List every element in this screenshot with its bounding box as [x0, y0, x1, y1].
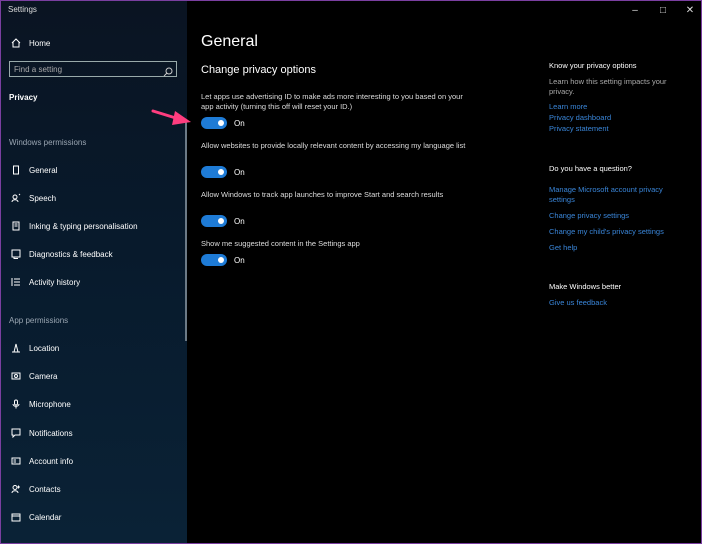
close-button[interactable]: ✕ [676, 3, 701, 17]
sidebar-item-diagnostics[interactable]: Diagnostics & feedback [9, 247, 113, 261]
home-icon [9, 36, 23, 50]
speech-icon [9, 191, 23, 205]
settings-window: Settings Home Privacy Windows permission… [0, 0, 702, 544]
know-privacy-text: Learn how this setting impacts your priv… [549, 77, 667, 96]
sidebar-scrollbar[interactable] [185, 121, 187, 341]
toggle-advertising-id[interactable] [201, 117, 227, 129]
maximize-button[interactable]: □ [649, 3, 677, 17]
close-icon: ✕ [685, 4, 695, 16]
option-text-track-launches: Allow Windows to track app launches to i… [201, 190, 444, 199]
diagnostics-icon [9, 247, 23, 261]
annotation-arrow-icon [151, 109, 191, 125]
sidebar-item-label: Speech [29, 193, 57, 203]
inking-icon [9, 219, 23, 233]
child-privacy-settings-link[interactable]: Change my child's privacy settings [549, 227, 689, 237]
microphone-icon [9, 397, 23, 411]
give-feedback-link[interactable]: Give us feedback [549, 298, 689, 308]
search-input[interactable] [14, 64, 154, 75]
camera-icon [9, 369, 23, 383]
toggle-state-label: On [234, 256, 245, 265]
home-label: Home [29, 38, 51, 48]
app-title: Settings [8, 5, 37, 14]
notifications-icon [9, 426, 23, 440]
sidebar-item-label: Calendar [29, 512, 62, 522]
toggle-state-label: On [234, 168, 245, 177]
titlebar: Settings [1, 1, 701, 19]
option-text-language-list: Allow websites to provide locally releva… [201, 141, 466, 150]
privacy-statement-link[interactable]: Privacy statement [549, 124, 689, 134]
sidebar-item-label: Inking & typing personalisation [29, 221, 138, 231]
app-permissions-header: App permissions [9, 316, 69, 325]
current-section-title: Privacy [9, 93, 38, 102]
toggle-language-list[interactable] [201, 166, 227, 178]
toggle-suggested-content[interactable] [201, 254, 227, 266]
search-box[interactable] [9, 61, 177, 77]
toggle-state-label: On [234, 217, 245, 226]
sidebar-item-notifications[interactable]: Notifications [9, 426, 73, 440]
sidebar-item-camera[interactable]: Camera [9, 369, 57, 383]
sidebar-item-general[interactable]: General [9, 163, 57, 177]
nav-home[interactable]: Home [9, 36, 50, 50]
sidebar: Settings Home Privacy Windows permission… [1, 1, 187, 543]
sidebar-item-calendar[interactable]: Calendar [9, 510, 61, 524]
sidebar-item-label: Microphone [29, 399, 71, 409]
contacts-icon [9, 482, 23, 496]
sidebar-item-account-info[interactable]: Account info [9, 454, 73, 468]
sidebar-item-label: Notifications [29, 428, 73, 438]
page-title: General [201, 33, 258, 50]
make-windows-better-title: Make Windows better [549, 282, 622, 291]
minimize-button[interactable]: – [621, 3, 649, 17]
toggle-track-launches[interactable] [201, 215, 227, 227]
sidebar-item-inking[interactable]: Inking & typing personalisation [9, 219, 138, 233]
sidebar-item-label: Location [29, 343, 60, 353]
general-icon [9, 163, 23, 177]
sidebar-item-label: Activity history [29, 277, 81, 287]
location-icon [9, 341, 23, 355]
minimize-icon: – [632, 4, 638, 16]
sidebar-item-microphone[interactable]: Microphone [9, 397, 71, 411]
sidebar-item-label: General [29, 165, 58, 175]
sidebar-item-label: Camera [29, 371, 58, 381]
option-text-advertising-id: Let apps use advertising ID to make ads … [201, 92, 463, 111]
option-text-suggested-content: Show me suggested content in the Setting… [201, 239, 360, 248]
learn-more-link[interactable]: Learn more [549, 102, 689, 112]
sidebar-item-contacts[interactable]: Contacts [9, 482, 61, 496]
privacy-dashboard-link[interactable]: Privacy dashboard [549, 113, 689, 123]
change-privacy-settings-link[interactable]: Change privacy settings [549, 211, 689, 221]
windows-permissions-header: Windows permissions [9, 138, 87, 147]
page-subtitle: Change privacy options [201, 64, 316, 76]
get-help-link[interactable]: Get help [549, 243, 689, 253]
sidebar-item-location[interactable]: Location [9, 341, 59, 355]
manage-account-privacy-link[interactable]: Manage Microsoft account privacy setting… [549, 185, 689, 205]
calendar-icon [9, 510, 23, 524]
sidebar-item-label: Account info [29, 456, 74, 466]
search-icon[interactable] [163, 64, 173, 82]
activity-icon [9, 275, 23, 289]
sidebar-item-activity[interactable]: Activity history [9, 275, 80, 289]
toggle-state-label: On [234, 119, 245, 128]
sidebar-item-speech[interactable]: Speech [9, 191, 56, 205]
question-title: Do you have a question? [549, 164, 632, 173]
maximize-icon: □ [659, 4, 667, 16]
sidebar-item-label: Contacts [29, 484, 61, 494]
sidebar-item-label: Diagnostics & feedback [29, 249, 113, 259]
know-privacy-title: Know your privacy options [549, 61, 637, 70]
account-icon [9, 454, 23, 468]
